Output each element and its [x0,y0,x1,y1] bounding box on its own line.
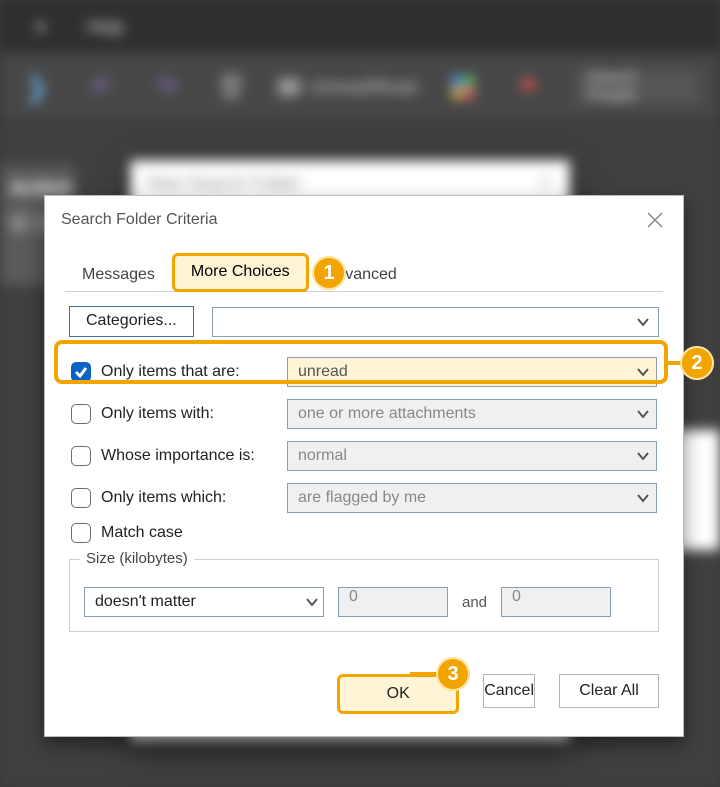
checkbox-importance[interactable] [71,446,91,466]
bg-ribbon: ❯ ↶ ↷ 🗑 Unread/Read ⚑ Search People [0,54,720,120]
combo-value: one or more attachments [298,405,632,423]
checkbox-only-items-with[interactable] [71,404,91,424]
combo-importance[interactable]: normal [287,441,657,471]
close-button[interactable] [641,206,669,234]
categories-button[interactable]: Categories... [69,306,194,337]
clear-all-button[interactable]: Clear All [559,674,659,708]
categories-icon [445,67,482,107]
label-match-case: Match case [101,524,183,542]
size-mode-combo[interactable]: doesn't matter [84,587,324,617]
bg-ribbon-button: ❯ [18,67,55,107]
combo-only-items-which[interactable]: are flagged by me [287,483,657,513]
annotation-bubble-3: 3 [436,657,470,691]
undo-icon: ↶ [83,67,120,107]
combo-only-items-with[interactable]: one or more attachments [287,399,657,429]
bg-search-people: Search People [575,70,700,104]
chevron-down-icon [632,361,654,383]
close-icon [646,211,664,229]
label-importance: Whose importance is: [101,447,255,465]
label-only-items-that-are: Only items that are: [101,363,240,381]
size-and-label: and [462,594,487,611]
bg-archive-button: Unread/Read [278,77,417,98]
row-only-items-which: Only items which: are flagged by me [69,477,659,519]
combo-only-items-that-are[interactable]: unread [287,357,657,387]
dialog-tabs: Messages More Choices Advanced [65,252,663,292]
annotation-bubble-1: 1 [312,256,346,290]
chevron-down-icon [632,487,654,509]
checkbox-only-items-that-are[interactable] [71,362,91,382]
close-icon: ✕ [538,173,553,194]
chevron-down-icon [301,591,323,613]
checkbox-only-items-which[interactable] [71,488,91,508]
cancel-button[interactable]: Cancel [483,674,535,708]
archive-icon [278,78,300,96]
check-icon [74,365,88,379]
annotation-connector-3 [410,672,438,676]
bg-menubar: ▾ Help [0,0,720,54]
row-only-items-with: Only items with: one or more attachments [69,393,659,435]
bg-parent-dialog-title: New Search Folder [147,173,301,194]
size-legend: Size (kilobytes) [80,550,194,567]
bg-menu-item: ▾ [30,13,51,42]
bg-menu-help: Help [81,13,130,42]
row-match-case: Match case [69,519,659,553]
tab-messages[interactable]: Messages [65,258,172,292]
annotation-bubble-2: 2 [680,346,714,380]
dialog-body: Messages More Choices Advanced Categorie… [45,252,683,652]
size-fieldset: Size (kilobytes) doesn't matter 0 and 0 [69,559,659,632]
delete-icon: 🗑 [213,67,250,107]
dialog-titlebar: Search Folder Criteria [45,196,683,246]
chevron-down-icon [632,311,654,333]
combo-value: are flagged by me [298,489,632,507]
row-only-items-that-are: Only items that are: unread [69,351,659,393]
chevron-down-icon [632,445,654,467]
flag-icon: ⚑ [510,67,547,107]
label-only-items-which: Only items which: [101,489,226,507]
bg-archive-label: Unread/Read [310,77,417,98]
form-area: Categories... Only items that are: unrea… [65,292,663,634]
tab-more-choices[interactable]: More Choices [172,253,309,292]
combo-value: normal [298,447,632,465]
dialog-button-row: OK Cancel Clear All [45,652,683,736]
size-from-input[interactable]: 0 [338,587,448,617]
size-to-input[interactable]: 0 [501,587,611,617]
categories-row: Categories... [69,306,659,337]
row-importance: Whose importance is: normal [69,435,659,477]
label-only-items-with: Only items with: [101,405,214,423]
dialog-title: Search Folder Criteria [61,211,641,229]
checkbox-match-case[interactable] [71,523,91,543]
search-folder-criteria-dialog: Search Folder Criteria Messages More Cho… [44,195,684,737]
chevron-down-icon [632,403,654,425]
redo-icon: ↷ [148,67,185,107]
combo-value: unread [298,363,632,381]
combo-value: doesn't matter [95,593,301,611]
categories-combo[interactable] [212,307,659,337]
